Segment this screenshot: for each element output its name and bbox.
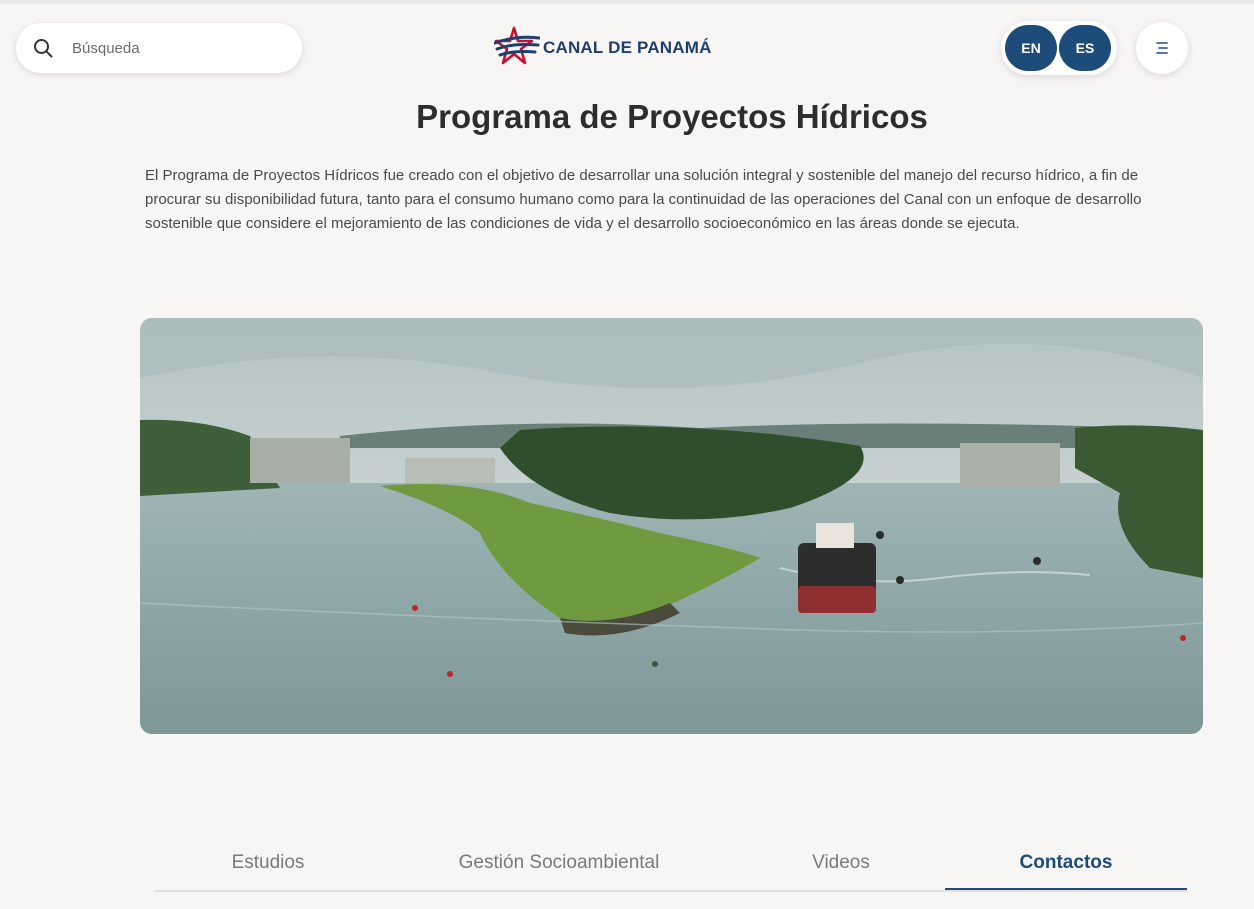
menu-button[interactable] bbox=[1136, 22, 1188, 74]
menu-icon bbox=[1156, 42, 1168, 54]
language-en-button[interactable]: EN bbox=[1005, 25, 1057, 71]
tab-gestion-socioambiental[interactable]: Gestión Socioambiental bbox=[381, 838, 737, 888]
search-input[interactable] bbox=[70, 38, 274, 58]
top-border bbox=[0, 0, 1254, 4]
page-title: Programa de Proyectos Hídricos bbox=[416, 98, 928, 135]
page-description: El Programa de Proyectos Hídricos fue cr… bbox=[145, 167, 1142, 232]
tab-estudios[interactable]: Estudios bbox=[155, 838, 381, 888]
search-bar[interactable] bbox=[16, 23, 302, 73]
search-icon bbox=[32, 37, 54, 59]
logo-text: CANAL DE PANAMÁ bbox=[543, 38, 712, 57]
canal-de-panama-logo[interactable]: CANAL DE PANAMÁ bbox=[494, 26, 712, 70]
star-logo-icon bbox=[494, 26, 540, 65]
tab-contactos[interactable]: Contactos bbox=[945, 838, 1187, 890]
language-toggle: EN ES bbox=[1001, 21, 1117, 75]
section-tabs: Estudios Gestión Socioambiental Videos C… bbox=[155, 838, 1188, 892]
hero-image bbox=[140, 318, 1203, 734]
tab-videos[interactable]: Videos bbox=[737, 838, 945, 888]
language-es-button[interactable]: ES bbox=[1059, 25, 1111, 71]
